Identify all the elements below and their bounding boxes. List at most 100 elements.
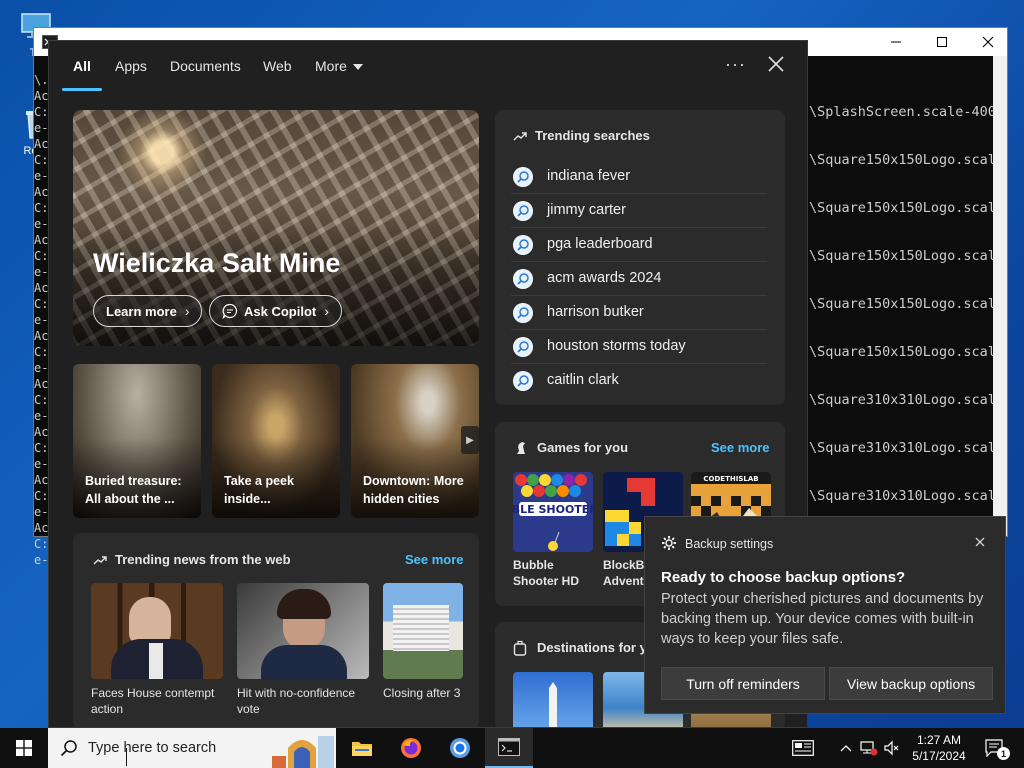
caret-down-icon xyxy=(352,64,363,71)
more-options-button[interactable]: ··· xyxy=(725,54,746,75)
game-art-brand-text: CODETHISLAB xyxy=(703,475,758,483)
console-line: \Square150x150Logo.scal xyxy=(809,152,996,168)
chrome-icon xyxy=(450,738,470,758)
trending-search-label: pga leaderboard xyxy=(547,236,653,252)
minimize-button[interactable] xyxy=(873,28,919,56)
chevron-right-icon: › xyxy=(324,303,329,319)
console-output: \SplashScreen.scale-400 \Square150x150Log… xyxy=(809,88,996,520)
chess-icon xyxy=(517,442,525,454)
terminal-icon xyxy=(498,738,520,756)
ask-copilot-button[interactable]: Ask Copilot › xyxy=(209,295,342,327)
hero-card[interactable]: Wieliczka Salt Mine Learn more › Ask Copi… xyxy=(73,110,479,346)
start-button[interactable] xyxy=(0,728,48,768)
trending-search-item[interactable]: harrison butker xyxy=(511,296,767,330)
chevron-right-icon: › xyxy=(184,303,190,319)
tab-all[interactable]: All xyxy=(73,58,91,74)
notification-app-name: Backup settings xyxy=(685,537,774,551)
trending-search-item[interactable]: caitlin clark xyxy=(511,364,767,398)
maximize-icon xyxy=(937,37,947,47)
news-item[interactable]: Faces House contempt action xyxy=(91,583,225,717)
games-see-more-link[interactable]: See more xyxy=(711,440,770,455)
close-icon[interactable] xyxy=(765,53,787,75)
tab-documents[interactable]: Documents xyxy=(170,58,241,74)
notification-count-badge: 1 xyxy=(997,747,1010,760)
taskbar-search-box[interactable]: Type here to search xyxy=(48,728,336,768)
show-hidden-icons-button[interactable] xyxy=(836,728,856,768)
search-icon xyxy=(60,740,77,757)
luggage-icon xyxy=(513,640,527,656)
tab-more[interactable]: More xyxy=(315,58,363,74)
action-center-button[interactable]: 1 xyxy=(980,728,1010,768)
news-widget-button[interactable] xyxy=(786,728,820,768)
trending-searches-heading: Trending searches xyxy=(535,128,650,143)
console-line: \Square310x310Logo.scal xyxy=(809,392,996,408)
close-icon[interactable] xyxy=(971,533,989,551)
news-item-title: Faces House contempt action xyxy=(91,686,215,716)
taskbar-command-prompt[interactable] xyxy=(485,728,533,768)
folder-icon xyxy=(352,742,372,756)
trending-search-item[interactable]: jimmy carter xyxy=(511,194,767,228)
learn-more-button[interactable]: Learn more › xyxy=(93,295,203,327)
story-card[interactable]: Take a peek inside... xyxy=(212,364,340,518)
volume-button[interactable] xyxy=(882,728,902,768)
network-button[interactable] xyxy=(858,728,880,768)
games-heading: Games for you xyxy=(537,440,629,455)
trending-search-label: caitlin clark xyxy=(547,372,619,388)
backup-notification[interactable]: Backup settings Ready to choose backup o… xyxy=(644,516,1006,714)
search-icon xyxy=(513,167,533,187)
trending-icon xyxy=(513,132,527,141)
chat-bubble-icon xyxy=(222,303,238,319)
maximize-button[interactable] xyxy=(919,28,965,56)
trending-search-label: jimmy carter xyxy=(547,202,626,218)
minimize-icon xyxy=(891,41,901,43)
console-line: \Square150x150Logo.scal xyxy=(809,200,996,216)
tab-apps[interactable]: Apps xyxy=(115,58,147,74)
console-line: \Square150x150Logo.scal xyxy=(809,248,996,264)
taskbar-file-explorer[interactable] xyxy=(338,728,386,768)
turn-off-reminders-button[interactable]: Turn off reminders xyxy=(661,667,825,700)
search-tabs: All Apps Documents Web More ··· xyxy=(49,41,807,93)
firefox-icon xyxy=(401,738,421,758)
destination-tile[interactable] xyxy=(513,672,593,727)
taskbar: Type here to search 1:27 AM 5/17/2024 1 xyxy=(0,728,1024,768)
news-item[interactable]: Closing after 3 xyxy=(383,583,479,701)
story-card-caption: Downtown: More hidden cities xyxy=(363,474,464,506)
taskbar-firefox[interactable] xyxy=(387,728,435,768)
news-see-more-link[interactable]: See more xyxy=(405,552,464,567)
taskbar-clock[interactable]: 1:27 AM 5/17/2024 xyxy=(902,732,976,764)
trending-search-label: harrison butker xyxy=(547,304,644,320)
clock-time: 1:27 AM xyxy=(916,733,962,747)
news-item[interactable]: Hit with no-confidence vote xyxy=(237,583,371,717)
active-tab-indicator xyxy=(62,88,102,91)
gear-icon xyxy=(662,536,676,550)
volume-muted-icon xyxy=(884,740,899,756)
ask-copilot-label: Ask Copilot xyxy=(244,303,317,319)
taskbar-chrome[interactable] xyxy=(436,728,484,768)
tab-web[interactable]: Web xyxy=(263,58,292,74)
console-scrollbar[interactable] xyxy=(993,56,1007,536)
chevron-right-icon: ▶ xyxy=(466,434,474,446)
close-icon xyxy=(982,36,994,48)
news-item-title: Hit with no-confidence vote xyxy=(237,686,356,716)
trending-search-item[interactable]: acm awards 2024 xyxy=(511,262,767,296)
story-card[interactable]: Downtown: More hidden cities xyxy=(351,364,479,518)
view-backup-options-button[interactable]: View backup options xyxy=(829,667,993,700)
console-line: \SplashScreen.scale-400 xyxy=(809,104,996,120)
close-window-button[interactable] xyxy=(965,28,1011,56)
search-icon xyxy=(513,337,533,357)
game-tile[interactable]: BUBBLE SHOOTER HD Bubble Shooter HD xyxy=(513,472,595,589)
carousel-next-button[interactable]: ▶ xyxy=(461,426,479,454)
trending-search-item[interactable]: indiana fever xyxy=(511,160,767,194)
notification-title: Ready to choose backup options? xyxy=(661,569,906,586)
search-highlight-illustration xyxy=(272,736,334,768)
console-line: \Square150x150Logo.scal xyxy=(809,296,996,312)
trending-searches-section: Trending searches indiana fever jimmy car… xyxy=(495,110,785,405)
story-card[interactable]: Buried treasure: All about the ... xyxy=(73,364,201,518)
trending-search-item[interactable]: pga leaderboard xyxy=(511,228,767,262)
search-icon xyxy=(513,371,533,391)
console-line: \Square310x310Logo.scal xyxy=(809,488,996,504)
story-card-caption: Buried treasure: All about the ... xyxy=(85,474,182,506)
notification-body: Protect your cherished pictures and docu… xyxy=(661,591,984,647)
search-placeholder: Type here to search xyxy=(88,740,217,756)
trending-search-item[interactable]: houston storms today xyxy=(511,330,767,364)
